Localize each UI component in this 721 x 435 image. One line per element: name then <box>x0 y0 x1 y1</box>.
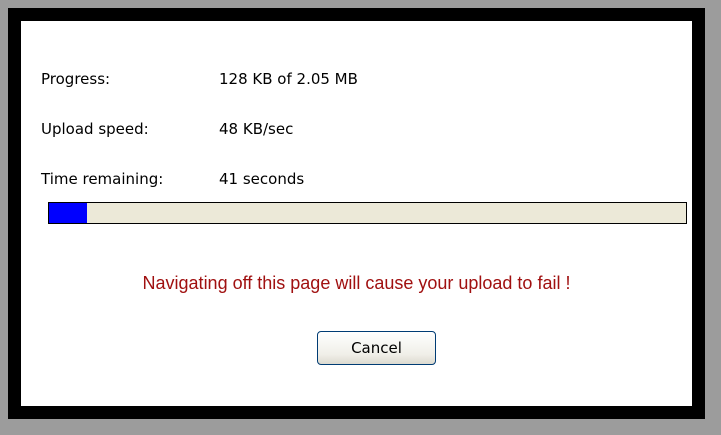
time-remaining-value: 41 seconds <box>219 170 305 188</box>
upload-dialog-frame: Progress: 128 KB of 2.05 MB Upload speed… <box>8 8 705 419</box>
time-remaining-label: Time remaining: <box>41 170 164 188</box>
upload-progress-fill <box>49 203 88 223</box>
upload-speed-label: Upload speed: <box>41 120 149 138</box>
progress-label: Progress: <box>41 70 111 88</box>
upload-dialog: Progress: 128 KB of 2.05 MB Upload speed… <box>21 21 692 406</box>
cancel-button[interactable]: Cancel <box>317 331 436 365</box>
progress-value: 128 KB of 2.05 MB <box>219 70 358 88</box>
navigation-warning: Navigating off this page will cause your… <box>142 273 571 293</box>
upload-speed-value: 48 KB/sec <box>219 120 294 138</box>
upload-progress-bar <box>48 202 687 224</box>
